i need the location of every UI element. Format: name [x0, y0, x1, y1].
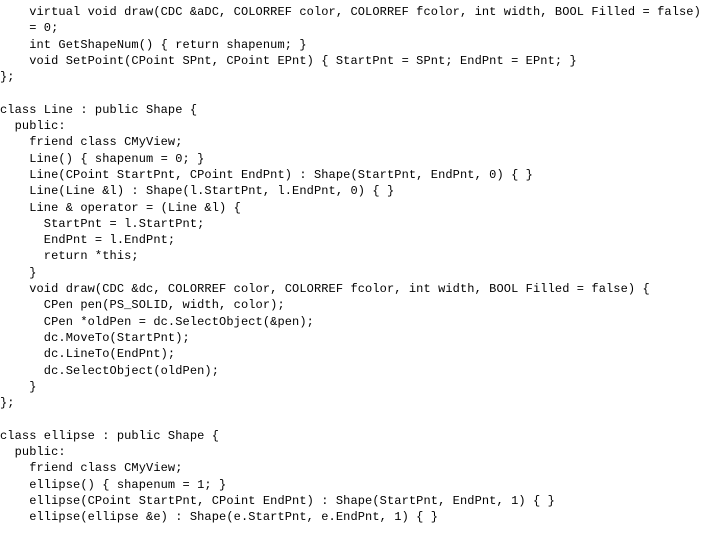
- code-line: ellipse() { shapenum = 1; }: [0, 478, 226, 492]
- code-line: Line() { shapenum = 0; }: [0, 152, 204, 166]
- code-line: class ellipse : public Shape {: [0, 429, 219, 443]
- code-line: };: [0, 396, 15, 410]
- code-line: dc.LineTo(EndPnt);: [0, 347, 175, 361]
- code-line: dc.SelectObject(oldPen);: [0, 364, 219, 378]
- code-line: }: [0, 266, 37, 280]
- code-line: void draw(CDC &dc, COLORREF color, COLOR…: [0, 282, 650, 296]
- code-line: Line(CPoint StartPnt, CPoint EndPnt) : S…: [0, 168, 533, 182]
- code-line: };: [0, 70, 15, 84]
- code-line: virtual void draw(CDC &aDC, COLORREF col…: [0, 5, 701, 19]
- code-listing: virtual void draw(CDC &aDC, COLORREF col…: [0, 0, 720, 526]
- code-line: Line(Line &l) : Shape(l.StartPnt, l.EndP…: [0, 184, 394, 198]
- code-line: friend class CMyView;: [0, 135, 183, 149]
- code-line: }: [0, 380, 37, 394]
- code-line: dc.MoveTo(StartPnt);: [0, 331, 190, 345]
- code-line: EndPnt = l.EndPnt;: [0, 233, 175, 247]
- code-line: = 0;: [0, 21, 58, 35]
- code-line: ellipse(ellipse &e) : Shape(e.StartPnt, …: [0, 510, 438, 524]
- code-line: return *this;: [0, 249, 139, 263]
- code-line: friend class CMyView;: [0, 461, 183, 475]
- code-line: class Line : public Shape {: [0, 103, 197, 117]
- code-line: StartPnt = l.StartPnt;: [0, 217, 204, 231]
- code-line: Line & operator = (Line &l) {: [0, 201, 241, 215]
- code-line: int GetShapeNum() { return shapenum; }: [0, 38, 307, 52]
- code-line: void SetPoint(CPoint SPnt, CPoint EPnt) …: [0, 54, 577, 68]
- code-line: CPen *oldPen = dc.SelectObject(&pen);: [0, 315, 314, 329]
- code-line: public:: [0, 445, 66, 459]
- code-line: public:: [0, 119, 66, 133]
- code-line: CPen pen(PS_SOLID, width, color);: [0, 298, 285, 312]
- code-line: ellipse(CPoint StartPnt, CPoint EndPnt) …: [0, 494, 555, 508]
